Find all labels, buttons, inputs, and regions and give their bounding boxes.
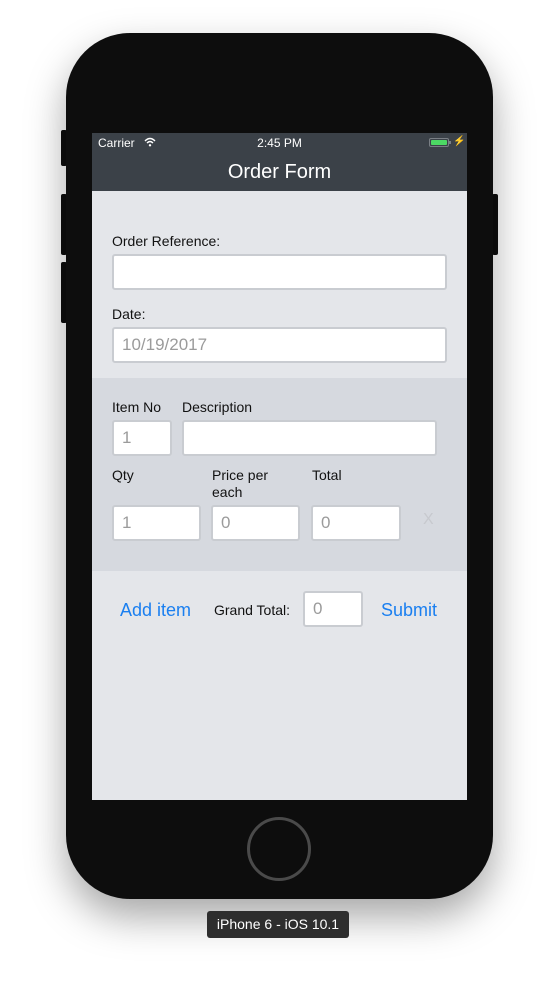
price-per-each-label: Price per each [212,467,269,500]
app-screen: Carrier 2:45 PM ⚡ Order Form Order Refer… [92,133,467,800]
status-time: 2:45 PM [257,136,302,150]
order-reference-input[interactable] [112,254,447,290]
date-label: Date: [112,306,146,322]
qty-label: Qty [112,467,134,483]
home-button-icon[interactable] [247,817,311,881]
description-input[interactable] [182,420,437,456]
charging-bolt-icon: ⚡ [453,136,466,147]
status-bar: Carrier 2:45 PM ⚡ [92,133,467,153]
total-input[interactable] [311,505,401,541]
qty-input[interactable] [112,505,201,541]
grand-total-input[interactable] [303,591,363,627]
date-input[interactable] [112,327,447,363]
item-no-input[interactable] [112,420,172,456]
price-input[interactable] [211,505,300,541]
remove-item-button[interactable]: X [423,511,434,529]
description-label: Description [182,399,253,415]
order-reference-label: Order Reference: [112,233,221,249]
grand-total-label: Grand Total: [214,602,291,618]
total-label: Total [312,467,342,483]
battery-icon [429,138,451,147]
add-item-button[interactable]: Add item [120,600,191,621]
device-label: iPhone 6 - iOS 10.1 [207,911,349,938]
item-no-label: Item No [112,399,162,415]
submit-button[interactable]: Submit [381,600,437,621]
nav-title: Order Form [92,153,467,191]
